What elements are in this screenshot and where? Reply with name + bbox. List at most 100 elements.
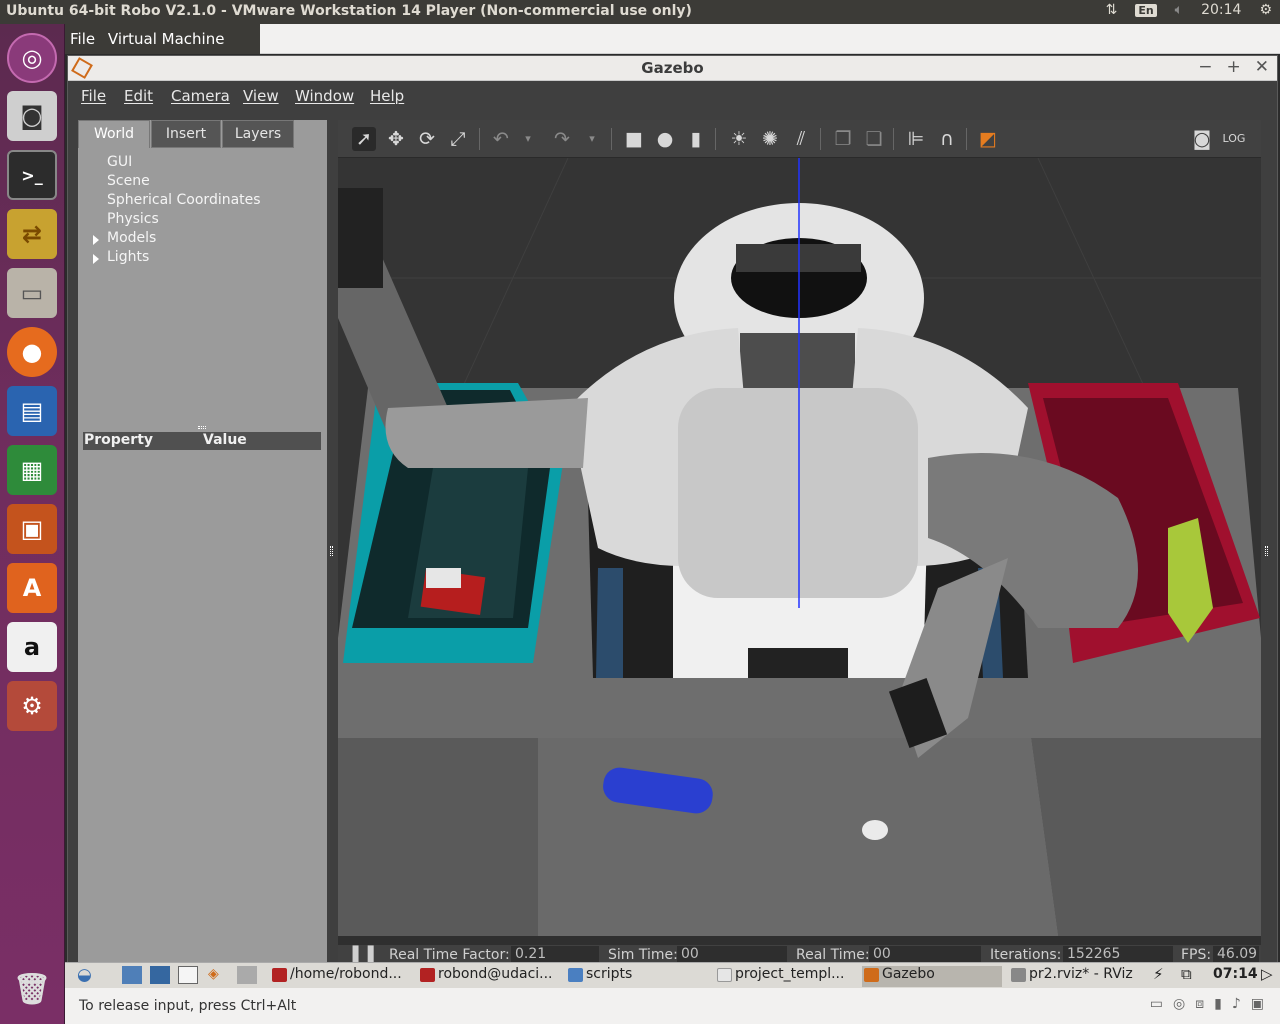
software-center-icon[interactable]: A: [7, 563, 57, 613]
task-rviz[interactable]: pr2.rviz* - RViz: [1009, 966, 1149, 987]
network-icon[interactable]: ⇅: [1106, 2, 1118, 18]
camera-app-icon[interactable]: ◙: [7, 91, 57, 141]
window-icon[interactable]: [178, 966, 198, 984]
rotate-mode-icon[interactable]: ⟳: [415, 127, 439, 151]
panel-splitter[interactable]: [330, 546, 333, 556]
task-scripts[interactable]: scripts: [566, 966, 706, 987]
tree-item-spherical-coordinates[interactable]: Spherical Coordinates: [107, 192, 261, 208]
terminal-icon[interactable]: >_: [7, 150, 57, 200]
volume-muted-icon[interactable]: 🔈︎: [1175, 2, 1183, 18]
screenshot-camera-icon[interactable]: ◙: [1190, 127, 1214, 151]
menu-help[interactable]: Help: [370, 87, 404, 105]
system-settings-icon[interactable]: ⚙: [7, 681, 57, 731]
property-column-header: Property: [84, 432, 154, 448]
firefox-icon[interactable]: ●: [7, 327, 57, 377]
tab-insert[interactable]: Insert: [151, 120, 221, 148]
trash-icon[interactable]: 🗑︎: [7, 964, 57, 1014]
scene-svg: [338, 158, 1261, 936]
box-shape-icon[interactable]: ■: [622, 127, 646, 151]
iterations-label: Iterations:: [990, 947, 1062, 963]
calc-icon[interactable]: ▦: [7, 445, 57, 495]
maximize-icon[interactable]: +: [1227, 57, 1241, 77]
gazebo-window: Gazebo − + ✕ File Edit Camera View Windo…: [67, 55, 1278, 978]
usb-icon[interactable]: ▮: [1214, 996, 1222, 1012]
task-home-robond[interactable]: /home/robond...: [270, 966, 410, 987]
tab-world[interactable]: World: [78, 120, 150, 148]
snap-icon[interactable]: ∩: [935, 127, 959, 151]
sound-icon[interactable]: ♪: [1232, 996, 1241, 1012]
task-project-template[interactable]: project_templ...: [715, 966, 855, 987]
hdd-icon[interactable]: ▭: [1150, 996, 1163, 1012]
tree-item-physics[interactable]: Physics: [107, 211, 159, 227]
tree-item-gui[interactable]: GUI: [107, 154, 132, 170]
desktop-switch-icon[interactable]: [150, 966, 170, 984]
minimize-icon[interactable]: −: [1198, 57, 1212, 77]
ubuntu-dash-icon[interactable]: ◎: [7, 33, 57, 83]
pause-icon[interactable]: ❚❚: [348, 945, 378, 963]
vm-settings-icon[interactable]: ▣: [1251, 996, 1264, 1012]
power-icon[interactable]: ⚡: [1153, 965, 1164, 983]
tree-item-lights[interactable]: Lights: [107, 249, 149, 265]
task-gazebo[interactable]: Gazebo: [862, 966, 1002, 987]
menu-file[interactable]: File: [81, 87, 106, 105]
task-robond-udacity[interactable]: robond@udaci...: [418, 966, 558, 987]
vm-menu-virtual-machine[interactable]: Virtual Machine: [103, 24, 228, 48]
gazebo-quicklaunch-icon[interactable]: ◈: [208, 966, 228, 984]
start-menu-icon[interactable]: ◒: [77, 965, 92, 985]
undo-icon[interactable]: ↶: [489, 127, 513, 151]
writer-icon[interactable]: ▤: [7, 386, 57, 436]
settings-gear-icon[interactable]: ⚙: [1259, 2, 1272, 18]
expand-arrow-icon[interactable]: [93, 235, 99, 245]
directional-light-icon[interactable]: ⫽: [789, 127, 813, 151]
splitter-handle[interactable]: [198, 426, 206, 429]
spot-light-icon[interactable]: ✺: [758, 127, 782, 151]
translate-mode-icon[interactable]: ✥: [384, 127, 408, 151]
property-table-header: Property Value: [83, 432, 321, 450]
vm-menu-file[interactable]: File: [65, 24, 98, 48]
select-mode-icon[interactable]: ➚: [352, 127, 376, 151]
taskbar-clock[interactable]: 07:14: [1213, 966, 1258, 982]
view-angle-icon[interactable]: ◩: [976, 127, 1000, 151]
undo-dropdown-icon[interactable]: ▾: [516, 127, 540, 151]
left-panel: World Insert Layers GUI Scene Spherical …: [78, 120, 327, 965]
blank-launcher-icon[interactable]: [237, 966, 257, 984]
close-icon[interactable]: ✕: [1255, 57, 1269, 77]
task-label: scripts: [586, 966, 633, 982]
paste-icon[interactable]: ❏: [862, 127, 886, 151]
vmware-icon[interactable]: ⇄: [7, 209, 57, 259]
menu-camera[interactable]: Camera: [171, 87, 230, 105]
network-adapter-icon[interactable]: ⧈: [1195, 996, 1204, 1012]
render-viewport: ➚ ✥ ⟳ ⤢ ↶ ▾ ↷ ▾ ■ ● ▮ ☀ ✺ ⫽ ❐ ❏ ⊫ ∩ ◩ ◙: [338, 120, 1261, 978]
gazebo-titlebar[interactable]: Gazebo − + ✕: [68, 56, 1277, 81]
menu-window[interactable]: Window: [295, 87, 354, 105]
network-task-icon[interactable]: ⧉: [1181, 965, 1192, 983]
tree-item-models[interactable]: Models: [107, 230, 156, 246]
align-icon[interactable]: ⊫: [904, 127, 928, 151]
clock[interactable]: 20:14: [1201, 2, 1241, 18]
amazon-icon[interactable]: a: [7, 622, 57, 672]
sphere-shape-icon[interactable]: ●: [653, 127, 677, 151]
scene-render[interactable]: [338, 158, 1261, 936]
keyboard-layout-indicator[interactable]: En: [1135, 3, 1157, 17]
file-manager-icon[interactable]: [122, 966, 142, 984]
point-light-icon[interactable]: ☀: [727, 127, 751, 151]
menu-edit[interactable]: Edit: [124, 87, 153, 105]
files-icon[interactable]: ▭: [7, 268, 57, 318]
gazebo-title: Gazebo: [641, 59, 704, 77]
log-icon[interactable]: LOG: [1222, 127, 1246, 151]
vmware-statusbar: To release input, press Ctrl+Alt ▭ ◎ ⧈ ▮…: [65, 988, 1280, 1024]
scale-mode-icon[interactable]: ⤢: [446, 127, 470, 151]
cylinder-shape-icon[interactable]: ▮: [684, 127, 708, 151]
impress-icon[interactable]: ▣: [7, 504, 57, 554]
cdrom-icon[interactable]: ◎: [1173, 996, 1185, 1012]
tab-layers[interactable]: Layers: [222, 120, 294, 148]
redo-icon[interactable]: ↷: [550, 127, 574, 151]
redo-dropdown-icon[interactable]: ▾: [580, 127, 604, 151]
scroll-right-icon[interactable]: ▷: [1261, 965, 1273, 983]
copy-icon[interactable]: ❐: [831, 127, 855, 151]
menu-view[interactable]: View: [243, 87, 279, 105]
expand-arrow-icon[interactable]: [93, 254, 99, 264]
right-panel-splitter[interactable]: [1265, 546, 1268, 556]
tree-item-scene[interactable]: Scene: [107, 173, 150, 189]
vmware-menu-group: File Virtual Machine Help: [65, 24, 260, 72]
